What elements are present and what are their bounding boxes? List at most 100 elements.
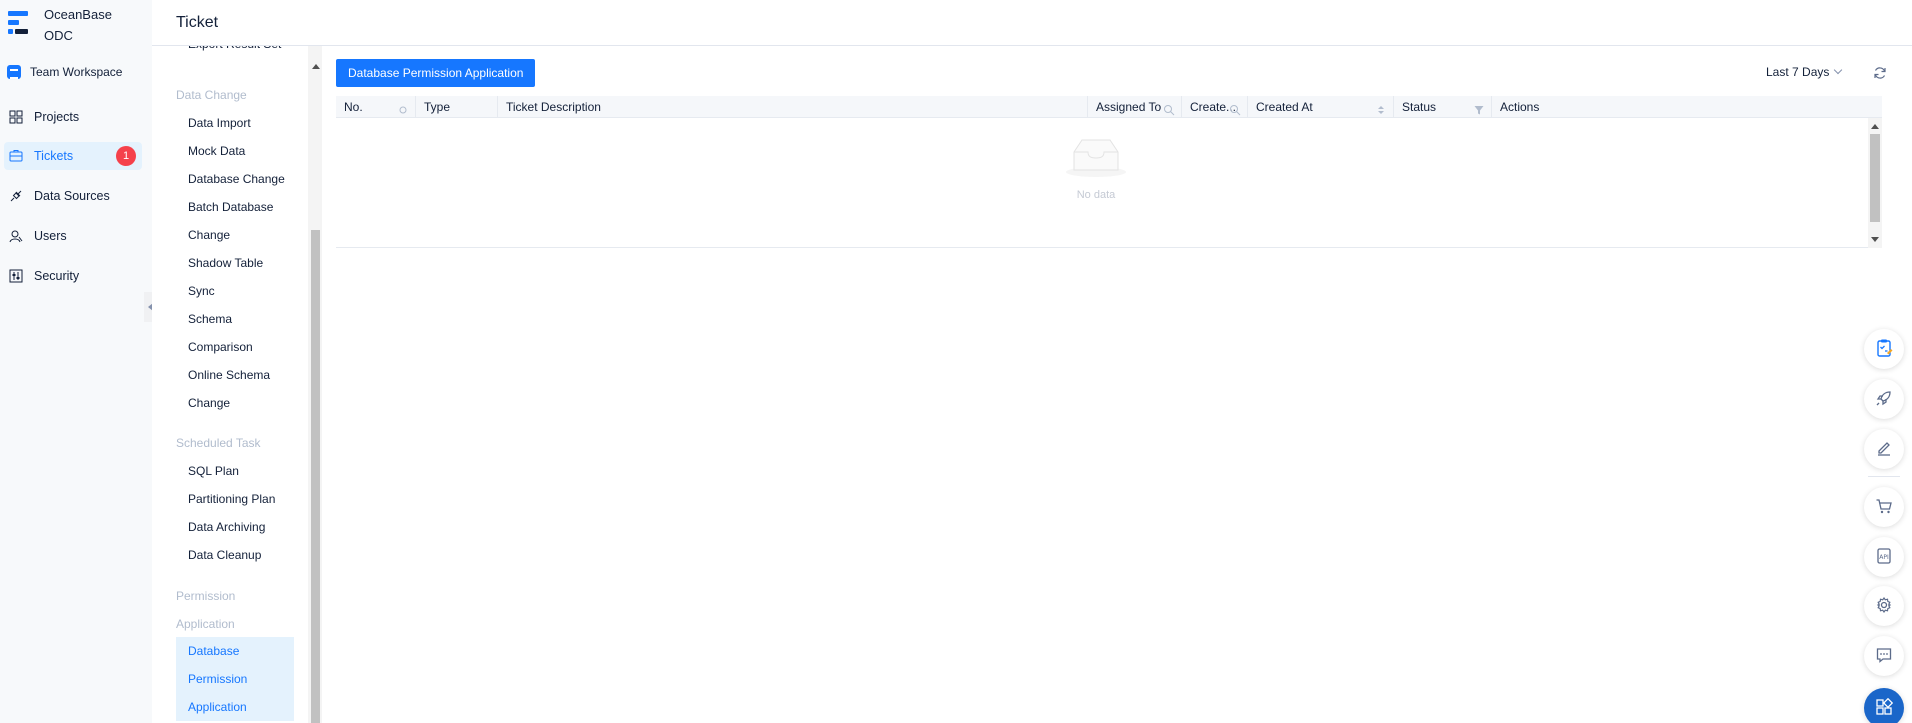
sidebar-item-label: Tickets	[34, 149, 74, 163]
table-scrollbar[interactable]	[1868, 118, 1882, 248]
column-ticket-description: Ticket Description	[498, 96, 1088, 118]
task-list-button[interactable]	[1864, 329, 1904, 369]
plug-icon	[8, 188, 24, 204]
menu-item-shadow-table-sync[interactable]: Sync	[176, 277, 294, 305]
grid-icon	[8, 109, 24, 125]
menu-item-partitioning-plan[interactable]: Partitioning Plan	[176, 485, 294, 513]
sidebar-item-users[interactable]: Users	[4, 222, 142, 250]
time-range-select[interactable]: Last 7 Days	[1766, 65, 1843, 79]
column-header-label: Ticket Description	[506, 100, 601, 114]
menu-scrollbar[interactable]	[308, 46, 322, 723]
menu-item-mock-data[interactable]: Mock Data	[176, 137, 294, 165]
menu-item-export-result-set[interactable]: Export Result Set	[176, 46, 294, 58]
api-icon: API	[1875, 547, 1893, 568]
column-assigned-to[interactable]: Assigned To	[1088, 96, 1182, 118]
sidebar-item-projects[interactable]: Projects	[4, 103, 142, 131]
scrollbar-thumb[interactable]	[1870, 134, 1880, 222]
main-content: Database Permission Application Last 7 D…	[322, 46, 1912, 723]
app-name: OceanBase ODC	[44, 4, 144, 46]
table-header: No. Type Ticket Description Assigned To …	[336, 96, 1882, 118]
sort-arrows-icon[interactable]	[1375, 101, 1387, 114]
apps-button[interactable]	[1864, 688, 1904, 723]
app-name-line1: OceanBase	[44, 7, 112, 22]
scrollbar-thumb[interactable]	[311, 230, 320, 723]
column-type: Type	[416, 96, 498, 118]
search-icon[interactable]	[1163, 101, 1175, 116]
menu-item-data-cleanup[interactable]: Data Cleanup	[176, 541, 294, 569]
menu-item-shadow-table[interactable]: Shadow Table	[176, 249, 294, 277]
workspace-switcher[interactable]: Team Workspace	[7, 62, 122, 82]
column-header-label: Actions	[1500, 100, 1540, 114]
menu-item-data-import[interactable]: Data Import	[176, 109, 294, 137]
column-status[interactable]: Status	[1394, 96, 1492, 118]
sliders-icon	[8, 268, 24, 284]
ticket-icon	[8, 148, 24, 164]
menu-item-online-schema-change[interactable]: Change	[176, 389, 294, 417]
database-permission-application-button[interactable]: Database Permission Application	[336, 59, 536, 87]
workspace-label: Team Workspace	[30, 65, 123, 79]
menu-item-database-permission-application[interactable]: Application	[176, 693, 294, 721]
column-created-at[interactable]: Created At	[1248, 96, 1394, 118]
menu-item-data-archiving[interactable]: Data Archiving	[176, 513, 294, 541]
oceanbase-logo-icon	[8, 8, 28, 38]
menu-item-online-schema[interactable]: Online Schema	[176, 361, 294, 389]
ticket-type-menu: Export Result Set Data Change Data Impor…	[152, 46, 322, 723]
clipboard-icon	[1874, 338, 1894, 361]
feedback-button[interactable]	[1864, 636, 1904, 676]
apps-grid-icon	[1875, 697, 1894, 719]
page-header: Ticket	[152, 0, 1912, 46]
sidebar-item-security[interactable]: Security	[4, 262, 142, 290]
menu-item-schema[interactable]: Schema	[176, 305, 294, 333]
menu-item-sql-plan[interactable]: SQL Plan	[176, 457, 294, 485]
api-button[interactable]: API	[1864, 537, 1904, 577]
cart-icon	[1875, 497, 1893, 518]
sidebar-item-data-sources[interactable]: Data Sources	[4, 182, 142, 210]
user-icon	[8, 228, 24, 244]
column-header-label: Created At	[1256, 100, 1313, 114]
menu-group-permission: Permission	[176, 589, 236, 603]
empty-text: No data	[1076, 189, 1116, 201]
menu-item-batch-database[interactable]: Batch Database	[176, 193, 294, 221]
chat-icon	[1875, 646, 1893, 667]
search-icon[interactable]	[1229, 101, 1241, 116]
gear-icon	[1875, 596, 1893, 617]
filter-icon[interactable]	[1473, 101, 1485, 115]
scroll-up-arrow-icon[interactable]	[1871, 124, 1879, 129]
sidebar-item-label: Users	[34, 229, 67, 243]
cart-button[interactable]	[1864, 487, 1904, 527]
column-actions: Actions	[1492, 96, 1882, 118]
column-header-label: No.	[344, 100, 363, 114]
settings-button[interactable]	[1864, 586, 1904, 626]
menu-item-database-permission-line2[interactable]: Permission	[176, 665, 294, 693]
empty-state: No data	[1056, 136, 1136, 201]
menu-item-database-permission[interactable]: Database	[176, 637, 294, 665]
svg-text:API: API	[1879, 554, 1889, 561]
menu-item-schema-comparison[interactable]: Comparison	[176, 333, 294, 361]
quick-start-button[interactable]	[1864, 379, 1904, 419]
sidebar-item-label: Data Sources	[34, 189, 110, 203]
sidebar-item-tickets[interactable]: Tickets 1	[4, 142, 142, 170]
primary-sidebar: OceanBase ODC Team Workspace Projects Ti…	[0, 0, 156, 723]
menu-item-batch-database-change[interactable]: Change	[176, 221, 294, 249]
sort-icon[interactable]	[397, 101, 409, 114]
edit-button[interactable]	[1864, 429, 1904, 469]
scroll-up-arrow-icon[interactable]	[312, 64, 320, 69]
app-name-line2: ODC	[44, 28, 73, 43]
chevron-down-icon	[1834, 65, 1843, 75]
refresh-icon[interactable]	[1873, 66, 1887, 80]
page-title: Ticket	[176, 14, 219, 31]
menu-item-database-change[interactable]: Database Change	[176, 165, 294, 193]
workspace-icon	[7, 65, 21, 79]
time-range-value: Last 7 Days	[1766, 65, 1830, 79]
column-header-label: Type	[424, 100, 451, 114]
menu-group-scheduled-task: Scheduled Task	[176, 436, 261, 450]
sidebar-item-label: Security	[34, 269, 80, 283]
menu-group-data-change: Data Change	[176, 88, 247, 102]
notification-badge: 1	[116, 146, 136, 166]
scroll-down-arrow-icon[interactable]	[1871, 237, 1879, 242]
pencil-icon	[1875, 439, 1893, 460]
column-header-label: Assigned To	[1096, 100, 1162, 114]
column-no[interactable]: No.	[336, 96, 416, 118]
rail-divider	[1868, 476, 1900, 477]
column-creator[interactable]: Create...	[1182, 96, 1248, 118]
